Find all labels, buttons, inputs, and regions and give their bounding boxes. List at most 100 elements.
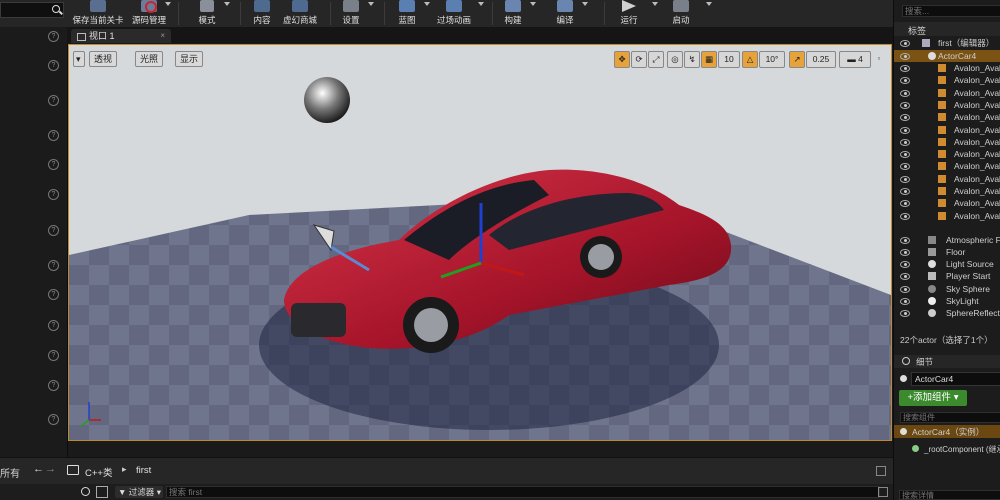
outliner-row-child[interactable]: Avalon_Avalon — [894, 185, 1000, 197]
rotate-tool-icon[interactable]: ⟳ — [631, 51, 647, 68]
outliner-row-child[interactable]: Avalon_Avalon — [894, 136, 1000, 148]
visibility-eye-icon[interactable] — [900, 89, 910, 97]
grid-snap-value[interactable]: 10 — [718, 51, 740, 68]
help-icon[interactable]: ? — [48, 159, 59, 170]
outliner-row-selected-actor[interactable]: ActorCar4 — [894, 50, 1000, 62]
visibility-eye-icon[interactable] — [900, 249, 910, 256]
visibility-eye-icon[interactable] — [900, 126, 910, 134]
source-control-button[interactable]: 源码管理 — [128, 0, 170, 27]
outliner-row-child[interactable]: Avalon_Avalon — [894, 173, 1000, 185]
blueprints-button[interactable]: 蓝图 — [392, 0, 422, 27]
outliner-row-child[interactable]: Avalon_Avalon — [894, 160, 1000, 172]
save-current-level-button[interactable]: 保存当前关卡 — [70, 0, 126, 27]
visibility-eye-icon[interactable] — [900, 53, 910, 60]
all-folders-label[interactable]: 所有 — [0, 465, 20, 480]
add-component-button[interactable]: +添加组件 ▾ — [899, 390, 967, 406]
help-icon[interactable]: ? — [48, 31, 59, 42]
back-arrow-icon[interactable]: ← — [33, 463, 44, 475]
content-search-input[interactable] — [166, 486, 880, 498]
compile-dropdown[interactable] — [582, 2, 588, 6]
help-icon[interactable]: ? — [48, 225, 59, 236]
grid-snap-icon[interactable]: ▦ — [701, 51, 717, 68]
outliner-row-root[interactable]: first（编辑器） — [894, 37, 1000, 49]
visibility-eye-icon[interactable] — [900, 310, 910, 317]
maximize-viewport-icon[interactable]: ▫ — [875, 51, 883, 66]
play-button[interactable]: 运行 — [616, 0, 642, 27]
actor-name-field[interactable]: ActorCar4 — [911, 372, 1000, 386]
launch-button[interactable]: 启动 — [668, 0, 694, 27]
help-icon[interactable]: ? — [48, 289, 59, 300]
help-icon[interactable]: ? — [48, 380, 59, 391]
visibility-eye-icon[interactable] — [900, 286, 910, 293]
visibility-eye-icon[interactable] — [900, 65, 910, 72]
toolbar-search-box[interactable] — [0, 2, 64, 18]
outliner-row-floor[interactable]: Floor — [894, 246, 1000, 258]
outliner-row-sky-sphere[interactable]: Sky Sphere — [894, 283, 1000, 295]
path-segment-cpp[interactable]: C++类 — [85, 465, 112, 479]
compile-button[interactable]: 编译 — [552, 0, 578, 27]
visibility-eye-icon[interactable] — [900, 237, 910, 244]
build-dropdown[interactable] — [530, 2, 536, 6]
scale-tool-icon[interactable]: ⤢ — [648, 51, 664, 68]
close-icon[interactable]: × — [160, 29, 165, 43]
outliner-row-light-source[interactable]: Light Source — [894, 258, 1000, 270]
visibility-eye-icon[interactable] — [900, 163, 910, 171]
scale-snap-value[interactable]: 0.25 — [806, 51, 836, 68]
translate-tool-icon[interactable]: ✥ — [614, 51, 630, 68]
lit-button[interactable]: 光照 — [135, 51, 164, 67]
visibility-eye-icon[interactable] — [900, 273, 910, 280]
component-search-input[interactable] — [900, 412, 1000, 423]
help-icon[interactable]: ? — [48, 320, 59, 331]
scale-snap-icon[interactable]: ↗ — [789, 51, 805, 68]
outliner-row-child[interactable]: Avalon_Avalon — [894, 148, 1000, 160]
visibility-eye-icon[interactable] — [900, 175, 910, 183]
source-control-dropdown[interactable] — [165, 2, 171, 6]
viewport-options-button[interactable]: ▾ — [73, 51, 85, 67]
outliner-row-skylight[interactable]: SkyLight — [894, 295, 1000, 307]
outliner-row-child[interactable]: Avalon_Avalon — [894, 197, 1000, 209]
outliner-row-child[interactable]: Avalon_Avalon — [894, 124, 1000, 136]
level-viewport[interactable]: ▾ 透视 光照 显示 ✥ ⟳ ⤢ ◎ ↯ ▦ 10 △ 10° ↗ 0.25 ▬… — [68, 44, 892, 441]
forward-arrow-icon[interactable]: → — [45, 463, 56, 475]
modes-dropdown[interactable] — [224, 2, 230, 6]
visibility-eye-icon[interactable] — [900, 261, 910, 268]
help-icon[interactable]: ? — [48, 189, 59, 200]
outliner-row-sphere-reflection[interactable]: SphereReflectionCapture — [894, 307, 1000, 319]
help-icon[interactable]: ? — [48, 350, 59, 361]
outliner-row-child[interactable]: Avalon_Avalon — [894, 99, 1000, 111]
camera-speed-button[interactable]: ▬ 4 — [839, 51, 871, 68]
outliner-row-player-start[interactable]: Player Start — [894, 270, 1000, 282]
view-options-icon[interactable] — [96, 486, 108, 498]
outliner-row-child[interactable]: Avalon_Avalon — [894, 74, 1000, 86]
outliner-row-child[interactable]: Avalon_Avalon — [894, 62, 1000, 74]
visibility-eye-icon[interactable] — [900, 188, 910, 195]
rotation-snap-icon[interactable]: △ — [742, 51, 758, 68]
visibility-eye-icon[interactable] — [900, 114, 910, 122]
modes-button[interactable]: 模式 — [190, 0, 224, 27]
label-column-header[interactable]: 标签 — [908, 24, 926, 37]
visibility-eye-icon[interactable] — [900, 212, 910, 220]
tab-viewport-1[interactable]: 视口 1 × — [71, 29, 171, 43]
visibility-eye-icon[interactable] — [900, 151, 910, 159]
outliner-row-child[interactable]: Avalon_Avalon — [894, 87, 1000, 99]
visibility-eye-icon[interactable] — [900, 40, 910, 47]
outliner-row-atmospheric-fog[interactable]: Atmospheric Fog — [894, 234, 1000, 246]
play-dropdown[interactable] — [652, 2, 658, 6]
help-icon[interactable]: ? — [48, 95, 59, 106]
marketplace-button[interactable]: 虚幻商城 — [280, 0, 320, 27]
content-button[interactable]: 内容 — [248, 0, 276, 27]
cinematics-dropdown[interactable] — [478, 2, 484, 6]
settings-dropdown[interactable] — [368, 2, 374, 6]
details-search-input[interactable] — [899, 490, 1000, 500]
reflection-sphere[interactable] — [304, 77, 350, 123]
help-icon[interactable]: ? — [48, 130, 59, 141]
path-segment-first[interactable]: first — [136, 465, 151, 476]
component-row-root[interactable]: _rootComponent (继承) — [894, 443, 1000, 455]
show-button[interactable]: 显示 — [175, 51, 204, 67]
world-local-icon[interactable]: ◎ — [667, 51, 683, 68]
visibility-eye-icon[interactable] — [900, 298, 910, 305]
surface-snap-icon[interactable]: ↯ — [684, 51, 700, 68]
rotation-snap-value[interactable]: 10° — [759, 51, 785, 68]
visibility-eye-icon[interactable] — [900, 77, 910, 85]
outliner-search-input[interactable] — [902, 5, 1000, 17]
